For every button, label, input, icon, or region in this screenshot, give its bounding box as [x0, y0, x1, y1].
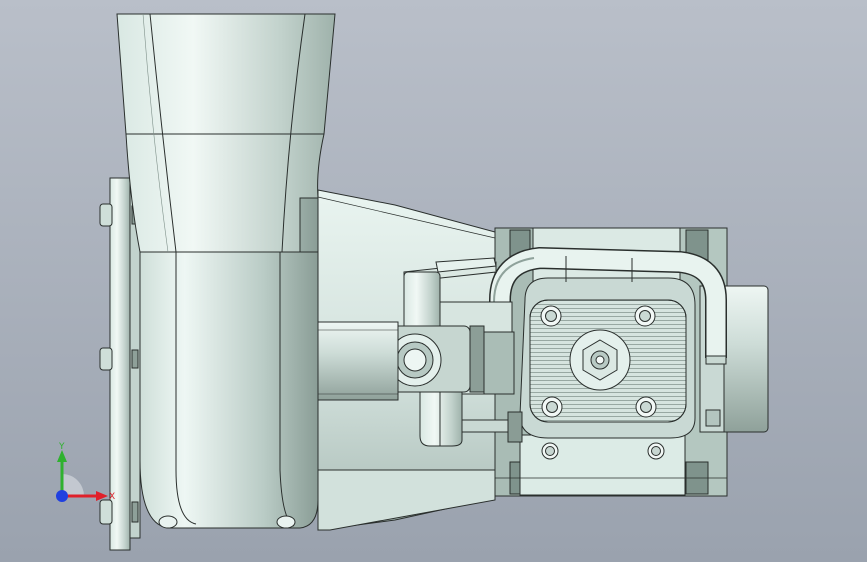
- drive-shaft[interactable]: [317, 321, 399, 401]
- cad-graphics-viewport[interactable]: Y X: [0, 0, 867, 562]
- x-axis-label: X: [109, 492, 115, 502]
- reference-triad: Y X: [56, 442, 115, 502]
- z-axis-dot: [56, 490, 68, 502]
- center-nut[interactable]: [569, 329, 631, 391]
- y-axis-label: Y: [58, 442, 65, 452]
- x-axis-arrow: [96, 491, 108, 501]
- pump-assembly-model[interactable]: [0, 0, 867, 562]
